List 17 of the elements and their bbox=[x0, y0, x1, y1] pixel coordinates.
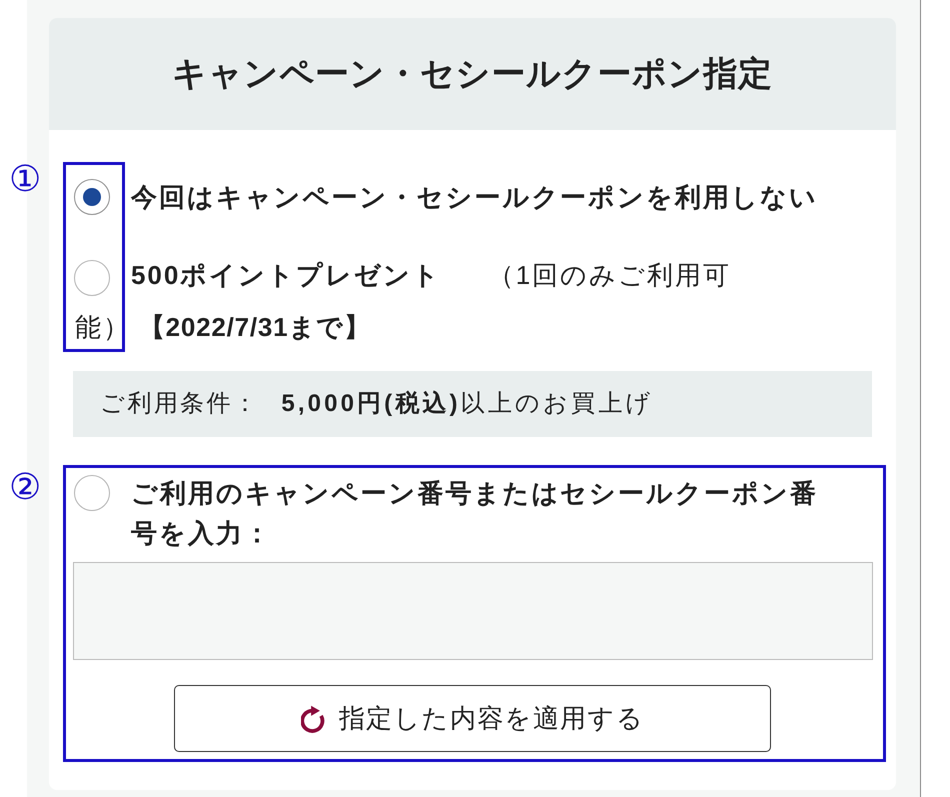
option-note: （1回のみご利用可 bbox=[488, 259, 731, 292]
condition-label: ご利用条件： bbox=[100, 389, 260, 419]
option-note: 能） bbox=[75, 311, 131, 344]
radio-button[interactable] bbox=[74, 260, 110, 296]
radio-button[interactable] bbox=[74, 475, 110, 511]
condition-value: 5,000円(税込)以上のお買上げ bbox=[281, 389, 654, 419]
option-period: 【2022/7/31まで】 bbox=[138, 311, 371, 344]
panel-title: キャンペーン・セシールクーポン指定 bbox=[172, 57, 773, 91]
radio-button[interactable] bbox=[74, 179, 110, 215]
annotation-number: ② bbox=[9, 470, 42, 506]
option-label: 500ポイントプレゼント bbox=[131, 259, 441, 292]
code-entry-label: ご利用のキャンペーン番号またはセシールクーポン番号を入力： bbox=[131, 477, 819, 550]
annotation-number: ① bbox=[9, 162, 42, 198]
reload-icon bbox=[300, 704, 325, 732]
apply-button[interactable]: 指定した内容を適用する bbox=[174, 685, 771, 752]
option-label: 今回はキャンペーン・セシールクーポンを利用しない bbox=[131, 184, 818, 210]
code-input-field[interactable] bbox=[73, 562, 873, 660]
